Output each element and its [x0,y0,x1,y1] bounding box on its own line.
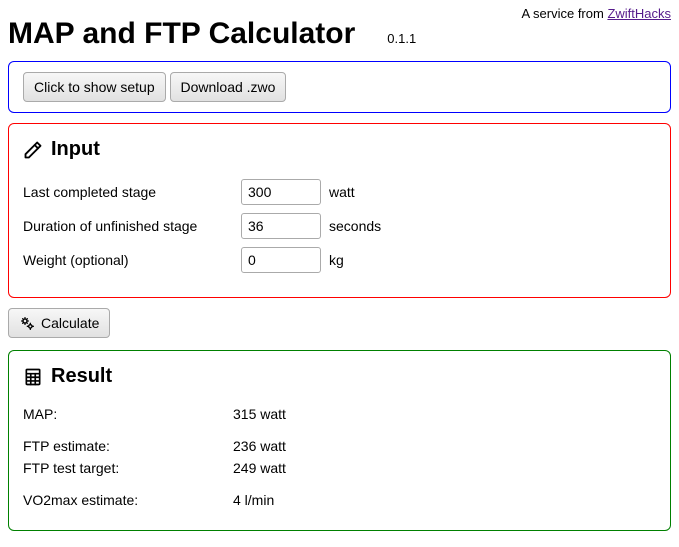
download-zwo-label: Download .zwo [181,79,276,95]
result-panel: Result MAP: 315 watt FTP estimate: 236 w… [8,350,671,531]
version-label: 0.1.1 [387,31,416,46]
vo2max-label: VO2max estimate: [23,492,233,508]
map-value: 315 watt [233,406,656,422]
stage-unit: watt [329,184,656,200]
ftp-estimate-label: FTP estimate: [23,438,233,454]
ftp-estimate-value: 236 watt [233,438,656,454]
pencil-icon [23,140,43,160]
zwifthacks-link[interactable]: ZwiftHacks [607,6,671,21]
calculator-icon [23,367,43,387]
download-zwo-button[interactable]: Download .zwo [170,72,287,102]
duration-input[interactable] [241,213,321,239]
weight-input[interactable] [241,247,321,273]
attribution-prefix: A service from [521,6,607,21]
result-heading: Result [51,365,112,388]
input-heading: Input [51,138,100,161]
ftp-target-value: 249 watt [233,460,656,476]
show-setup-label: Click to show setup [34,79,155,95]
calculate-label: Calculate [41,315,99,331]
weight-label: Weight (optional) [23,252,233,268]
vo2max-value: 4 l/min [233,492,656,508]
weight-unit: kg [329,252,656,268]
duration-unit: seconds [329,218,656,234]
stage-input[interactable] [241,179,321,205]
setup-panel: Click to show setup Download .zwo [8,61,671,113]
show-setup-button[interactable]: Click to show setup [23,72,166,102]
input-panel: Input Last completed stage watt Duration… [8,123,671,298]
ftp-target-label: FTP test target: [23,460,233,476]
calculate-button[interactable]: Calculate [8,308,110,338]
page-title: MAP and FTP Calculator [8,17,355,51]
gears-icon [19,315,35,331]
duration-label: Duration of unfinished stage [23,218,233,234]
stage-label: Last completed stage [23,184,233,200]
map-label: MAP: [23,406,233,422]
